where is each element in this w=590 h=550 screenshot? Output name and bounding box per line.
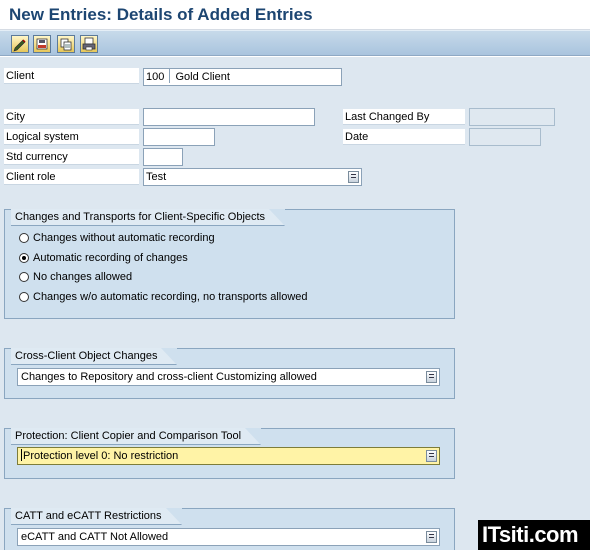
protection-value: Protection level 0: No restriction xyxy=(23,450,179,462)
dropdown-icon[interactable] xyxy=(426,531,437,543)
logical-system-field[interactable] xyxy=(143,128,215,146)
radio-label: Changes w/o automatic recording, no tran… xyxy=(33,291,308,303)
title-bar: New Entries: Details of Added Entries xyxy=(0,0,590,30)
city-label: City xyxy=(4,109,139,125)
client-role-dropdown[interactable]: Test xyxy=(143,168,362,186)
last-changed-by-label: Last Changed By xyxy=(343,109,465,125)
group-title: Cross-Client Object Changes xyxy=(11,348,178,365)
std-currency-field[interactable] xyxy=(143,148,183,166)
cross-client-value: Changes to Repository and cross-client C… xyxy=(21,371,317,383)
group-title: Protection: Client Copier and Comparison… xyxy=(11,428,262,445)
radio-label: Changes without automatic recording xyxy=(33,232,215,244)
catt-value: eCATT and CATT Not Allowed xyxy=(21,531,169,543)
radio-label: No changes allowed xyxy=(33,271,133,283)
main-area: Client 100 Gold Client City Last Changed… xyxy=(0,57,590,550)
logical-system-label: Logical system xyxy=(4,129,139,145)
radio-button[interactable] xyxy=(19,292,29,302)
std-currency-label: Std currency xyxy=(4,149,139,165)
text-cursor xyxy=(21,449,22,461)
protection-group: Protection: Client Copier and Comparison… xyxy=(4,428,455,479)
protection-dropdown[interactable]: Protection level 0: No restriction xyxy=(17,447,440,465)
catt-group: CATT and eCATT Restrictions eCATT and CA… xyxy=(4,508,455,550)
radio-button[interactable] xyxy=(19,272,29,282)
watermark-logo: ITsiti.com xyxy=(478,520,590,550)
group-title: Changes and Transports for Client-Specif… xyxy=(11,209,286,226)
changes-transports-group: Changes and Transports for Client-Specif… xyxy=(4,209,455,319)
date-label: Date xyxy=(343,129,465,145)
dropdown-icon[interactable] xyxy=(426,371,437,383)
copy-icon[interactable] xyxy=(57,35,75,53)
last-changed-by-field xyxy=(469,108,555,126)
radio-button-selected[interactable] xyxy=(19,253,29,263)
cross-client-group: Cross-Client Object Changes Changes to R… xyxy=(4,348,455,399)
group-title: CATT and eCATT Restrictions xyxy=(11,508,182,525)
cross-client-dropdown[interactable]: Changes to Repository and cross-client C… xyxy=(17,368,440,386)
date-field xyxy=(469,128,541,146)
radio-label: Automatic recording of changes xyxy=(33,252,188,264)
page-title: New Entries: Details of Added Entries xyxy=(9,5,313,24)
application-toolbar xyxy=(0,30,590,56)
client-field-divider xyxy=(169,69,171,83)
print-icon[interactable] xyxy=(80,35,98,53)
client-number: 100 xyxy=(146,71,165,83)
save-local-icon[interactable] xyxy=(33,35,51,53)
dropdown-icon[interactable] xyxy=(348,171,359,183)
dropdown-icon[interactable] xyxy=(426,450,437,462)
catt-dropdown[interactable]: eCATT and CATT Not Allowed xyxy=(17,528,440,546)
client-role-value: Test xyxy=(146,171,167,183)
edit-pencil-icon[interactable] xyxy=(11,35,29,53)
client-name: Gold Client xyxy=(175,71,230,83)
city-field[interactable] xyxy=(143,108,315,126)
client-field[interactable]: 100 Gold Client xyxy=(143,68,342,86)
radio-button[interactable] xyxy=(19,233,29,243)
client-role-label: Client role xyxy=(4,169,139,185)
client-label: Client xyxy=(4,68,139,84)
